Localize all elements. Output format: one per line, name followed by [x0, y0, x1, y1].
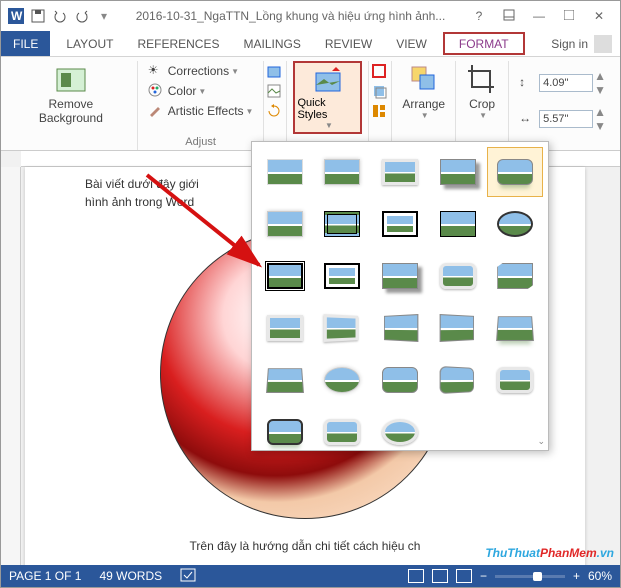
corrections-button[interactable]: ☀Corrections▼: [144, 61, 243, 81]
style-beveled-matte[interactable]: [316, 148, 370, 196]
style-center-shadow[interactable]: [373, 252, 427, 300]
view-web-icon[interactable]: [456, 569, 472, 583]
style-metal-rounded[interactable]: [316, 408, 370, 456]
ruler-vertical[interactable]: [1, 167, 21, 565]
remove-bg-icon: [55, 63, 87, 95]
style-reflected-bevel-black[interactable]: [258, 408, 312, 456]
style-snip-diagonal-white[interactable]: [488, 252, 542, 300]
qat-customize-icon[interactable]: ▾: [95, 7, 113, 25]
view-print-icon[interactable]: [432, 569, 448, 583]
brightness-icon: ☀: [148, 63, 164, 79]
quick-styles-gallery[interactable]: ⌄: [251, 141, 549, 451]
zoom-in-icon[interactable]: +: [573, 569, 580, 583]
tab-references[interactable]: REFERENCES: [125, 31, 231, 56]
compress-icon[interactable]: [266, 63, 284, 81]
style-thick-matte-black[interactable]: [373, 200, 427, 248]
group-adjust-label: Adjust: [185, 134, 216, 150]
zoom-level[interactable]: 60%: [588, 569, 612, 583]
save-icon[interactable]: [29, 7, 47, 25]
body-text-footer: Trên đây là hướng dẫn chi tiết cách hiệu…: [85, 537, 525, 555]
tab-review[interactable]: REVIEW: [313, 31, 384, 56]
minimize-icon[interactable]: —: [524, 9, 554, 23]
picture-layout-icon[interactable]: [371, 103, 389, 121]
style-beveled-oval-black[interactable]: [488, 200, 542, 248]
style-simple-frame-white[interactable]: [258, 148, 312, 196]
crop-icon: [466, 63, 498, 95]
word-app-icon: W: [7, 7, 25, 25]
status-words[interactable]: 49 WORDS: [99, 569, 162, 583]
help-icon[interactable]: ?: [464, 9, 494, 23]
svg-text:W: W: [11, 9, 23, 23]
gallery-expand-icon[interactable]: ⌄: [537, 436, 545, 447]
color-button[interactable]: Color▼: [144, 81, 211, 101]
status-proofing-icon[interactable]: [180, 568, 196, 585]
style-soft-edge-oval[interactable]: [316, 356, 370, 404]
tab-layout[interactable]: LAYOUT: [54, 31, 125, 56]
style-reflected-rounded[interactable]: [488, 148, 542, 196]
style-drop-shadow[interactable]: [431, 148, 485, 196]
picture-effects-icon[interactable]: [371, 83, 389, 101]
tab-format[interactable]: FORMAT: [443, 32, 525, 55]
chevron-down-icon: ▼: [325, 121, 333, 130]
view-read-icon[interactable]: [408, 569, 424, 583]
tab-view[interactable]: VIEW: [384, 31, 439, 56]
zoom-out-icon[interactable]: −: [480, 569, 487, 583]
style-bevel-rectangle[interactable]: [373, 356, 427, 404]
style-reflected-perspective[interactable]: [488, 304, 542, 352]
style-relaxed-perspective[interactable]: [258, 356, 312, 404]
status-page[interactable]: PAGE 1 OF 1: [9, 569, 81, 583]
width-field[interactable]: ↔5.57"▲▼: [515, 103, 610, 135]
crop-button[interactable]: Crop▼: [462, 61, 502, 123]
reset-picture-icon[interactable]: [266, 103, 284, 121]
maximize-icon[interactable]: [554, 9, 584, 23]
sign-in-link[interactable]: Sign in: [543, 31, 620, 56]
style-metal-frame[interactable]: [373, 148, 427, 196]
change-picture-icon[interactable]: [266, 83, 284, 101]
arrange-icon: [408, 63, 440, 95]
redo-icon[interactable]: [73, 7, 91, 25]
chevron-down-icon: ▼: [246, 107, 254, 116]
picture-border-icon[interactable]: [371, 63, 389, 81]
style-compound-black[interactable]: [258, 252, 312, 300]
style-moderate-black[interactable]: [316, 252, 370, 300]
chevron-down-icon: ▼: [231, 67, 239, 76]
style-bevel-perspective[interactable]: [431, 356, 485, 404]
tab-file[interactable]: FILE: [1, 31, 50, 56]
style-double-frame-black[interactable]: [316, 200, 370, 248]
chevron-down-icon: ▼: [421, 111, 429, 121]
chevron-down-icon: ▼: [479, 111, 487, 121]
zoom-slider[interactable]: [495, 575, 565, 578]
window-title: 2016-10-31_NgaTTN_Lồng khung và hiệu ứng…: [117, 9, 464, 23]
style-rotated-white[interactable]: [316, 304, 370, 352]
style-soft-edge[interactable]: [258, 200, 312, 248]
style-metal-oval[interactable]: [373, 408, 427, 456]
artistic-effects-button[interactable]: Artistic Effects▼: [144, 101, 258, 121]
height-field[interactable]: ↕4.09"▲▼: [515, 67, 610, 99]
quick-styles-button[interactable]: Quick Styles▼: [293, 61, 362, 134]
brush-icon: [148, 103, 164, 119]
remove-background-button[interactable]: Remove Background: [11, 61, 131, 128]
palette-icon: [148, 83, 164, 99]
arrange-button[interactable]: Arrange▼: [398, 61, 449, 123]
quick-styles-icon: [312, 65, 344, 97]
close-icon[interactable]: ✕: [584, 9, 614, 23]
style-simple-black[interactable]: [431, 200, 485, 248]
undo-icon[interactable]: [51, 7, 69, 25]
width-icon: ↔: [519, 111, 535, 127]
avatar-icon: [594, 35, 612, 53]
ribbon-options-icon[interactable]: [494, 9, 524, 24]
style-perspective-right[interactable]: [373, 304, 427, 352]
style-perspective-left[interactable]: [431, 304, 485, 352]
height-icon: ↕: [519, 75, 535, 91]
style-moderate-white[interactable]: [258, 304, 312, 352]
chevron-down-icon: ▼: [198, 87, 206, 96]
tab-mailings[interactable]: MAILINGS: [231, 31, 312, 56]
style-reflected-bevel-white[interactable]: [488, 356, 542, 404]
style-rounded-diagonal-white[interactable]: [431, 252, 485, 300]
